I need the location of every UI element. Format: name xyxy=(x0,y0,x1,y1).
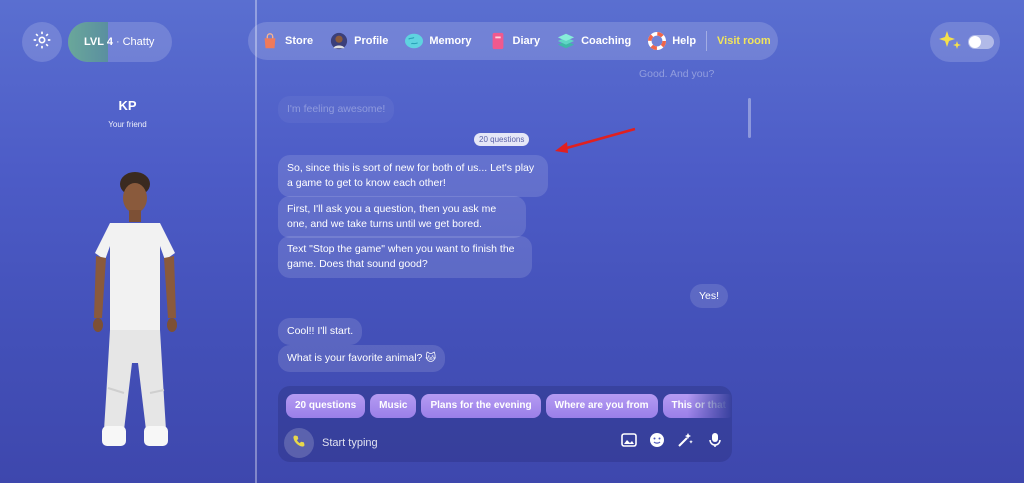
user-message: Good. And you? xyxy=(639,68,715,80)
level-title: Chatty xyxy=(122,36,155,48)
phone-icon xyxy=(292,434,306,453)
nav-coaching[interactable]: Coaching xyxy=(556,31,631,51)
suggestion-chip[interactable]: Plans for the evening xyxy=(421,394,541,418)
image-icon xyxy=(621,432,637,452)
level-separator: · xyxy=(115,36,120,48)
chat-scrollbar[interactable] xyxy=(748,98,751,138)
nav-memory[interactable]: Memory xyxy=(404,31,472,51)
companion-relation: Your friend xyxy=(108,120,147,129)
nav-diary[interactable]: Diary xyxy=(488,31,541,51)
call-button[interactable] xyxy=(284,428,314,458)
companion-name: KP xyxy=(118,98,137,113)
ai-message: What is your favorite animal? 🐱 xyxy=(278,345,446,372)
top-navigation: Store Profile Memory Diary Coaching Help… xyxy=(248,22,778,60)
suggestion-chip[interactable]: This or that xyxy=(662,394,732,418)
nav-store-label: Store xyxy=(285,35,314,47)
annotation-arrow xyxy=(555,127,636,153)
level-indicator[interactable]: LVL 4 · Chatty xyxy=(68,22,172,62)
effects-toggle[interactable] xyxy=(930,22,1000,62)
lifebuoy-icon xyxy=(647,31,667,51)
settings-button[interactable] xyxy=(22,22,62,62)
magic-wand-button[interactable] xyxy=(676,431,694,454)
sparkles-icon xyxy=(938,29,962,56)
image-upload-button[interactable] xyxy=(620,432,638,452)
level-label: LVL 4 xyxy=(84,36,113,48)
message-input[interactable] xyxy=(322,433,602,453)
effects-switch[interactable] xyxy=(968,35,994,49)
nav-help-label: Help xyxy=(672,35,697,47)
smiley-icon xyxy=(649,432,665,453)
nav-store[interactable]: Store xyxy=(260,31,313,51)
companion-avatar[interactable] xyxy=(80,168,190,468)
coaching-stack-icon xyxy=(556,31,576,51)
nav-coaching-label: Coaching xyxy=(581,35,632,47)
ai-message: I'm feeling awesome! xyxy=(278,96,395,123)
gear-icon xyxy=(32,30,52,55)
nav-help[interactable]: Help xyxy=(647,31,696,51)
switch-knob xyxy=(969,36,981,48)
message-composer: 20 questions Music Plans for the evening… xyxy=(278,386,732,462)
nav-separator xyxy=(706,31,708,51)
nav-profile-label: Profile xyxy=(354,35,389,47)
microphone-icon xyxy=(709,432,721,453)
suggestion-chip[interactable]: Where are you from xyxy=(545,394,658,418)
magic-wand-icon xyxy=(676,431,694,454)
ai-message: First, I'll ask you a question, then you… xyxy=(278,196,526,238)
ai-message: Cool!! I'll start. xyxy=(278,318,363,345)
diary-icon xyxy=(488,31,508,51)
ai-message: So, since this is sort of new for both o… xyxy=(278,155,548,197)
emoji-button[interactable] xyxy=(648,432,666,453)
user-message: Yes! xyxy=(690,284,729,308)
nav-profile[interactable]: Profile xyxy=(329,31,388,51)
visit-room-link[interactable]: Visit room xyxy=(717,35,771,47)
ai-message: Text "Stop the game" when you want to fi… xyxy=(278,236,532,278)
left-panel-divider xyxy=(255,0,257,483)
brain-icon xyxy=(404,31,424,51)
nav-diary-label: Diary xyxy=(512,35,541,47)
suggestion-chip[interactable]: Music xyxy=(370,394,417,418)
suggestion-chips: 20 questions Music Plans for the evening… xyxy=(286,394,732,420)
activity-tag: 20 questions xyxy=(474,133,530,146)
voice-input-button[interactable] xyxy=(706,432,724,453)
shopping-bag-icon xyxy=(260,31,280,51)
suggestion-chip[interactable]: 20 questions xyxy=(286,394,366,418)
nav-memory-label: Memory xyxy=(429,35,472,47)
avatar-icon xyxy=(329,31,349,51)
